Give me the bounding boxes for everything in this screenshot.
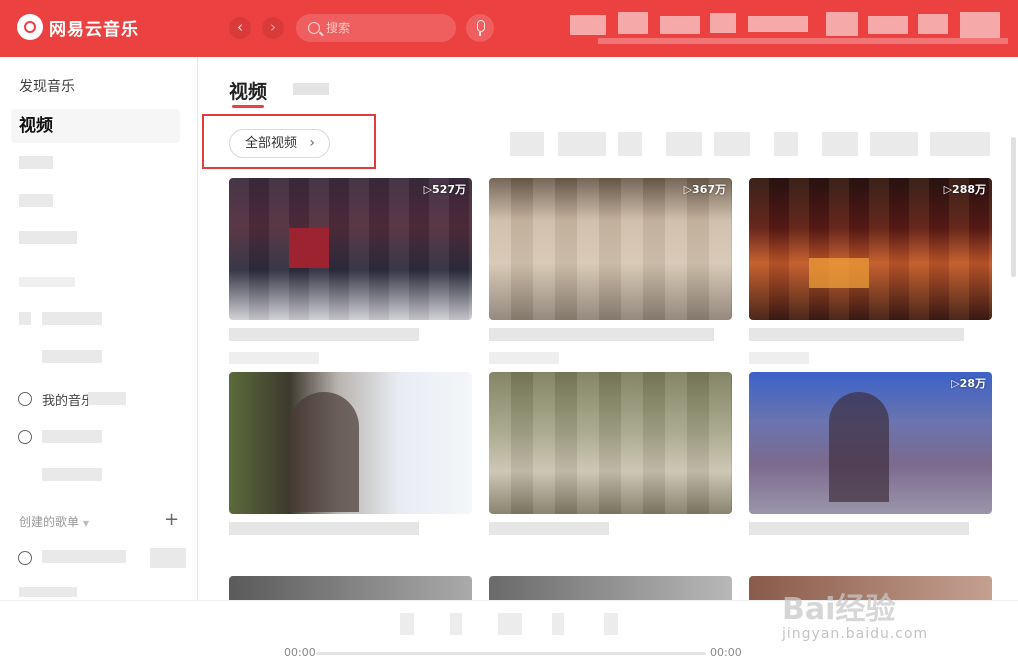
sidebar-item-redacted[interactable] <box>42 350 102 363</box>
video-thumbnail[interactable]: ▷527万 <box>229 178 472 320</box>
heart-icon <box>18 551 32 565</box>
sidebar-item-redacted[interactable] <box>42 550 126 563</box>
category-tag[interactable] <box>558 132 606 156</box>
play-count: ▷367万 <box>683 183 726 196</box>
category-tag[interactable] <box>714 132 750 156</box>
video-card[interactable] <box>229 372 472 535</box>
sidebar-item-redacted[interactable] <box>19 587 77 597</box>
video-thumbnail[interactable] <box>489 372 732 514</box>
video-thumbnail[interactable]: ▷28万 <box>749 372 992 514</box>
video-title-redacted[interactable] <box>749 522 969 535</box>
category-tag[interactable] <box>510 132 544 156</box>
netease-logo-icon <box>17 14 43 40</box>
top-bar: 网易云音乐 ‹ › <box>0 0 1018 57</box>
sidebar-item-redacted[interactable] <box>42 312 102 325</box>
video-thumbnail[interactable] <box>229 372 472 514</box>
progress-bar[interactable] <box>316 652 706 655</box>
video-author-redacted[interactable] <box>489 352 559 364</box>
sidebar-item-discover[interactable]: 发现音乐 <box>11 70 180 104</box>
sidebar-section-redacted <box>19 277 75 287</box>
play-count: ▷288万 <box>943 183 986 196</box>
video-thumbnail[interactable]: ▷288万 <box>749 178 992 320</box>
player-control-redacted[interactable] <box>552 613 564 635</box>
video-card[interactable]: ▷28万 <box>749 372 992 535</box>
total-time: 00:00 <box>710 646 742 659</box>
player-control-redacted[interactable] <box>450 613 462 635</box>
watermark-brand: Bai经验 <box>782 592 896 627</box>
watermark-url: jingyan.baidu.com <box>782 626 929 642</box>
video-author-redacted[interactable] <box>749 352 809 364</box>
video-thumbnail[interactable]: ▷367万 <box>489 178 732 320</box>
video-title-redacted[interactable] <box>229 328 419 341</box>
sidebar-item-redacted[interactable] <box>42 468 102 481</box>
main-content: 视频 全部视频 › ▷527万 ▷367万 ▷288万 ▷28万 <box>199 57 1018 600</box>
search-box[interactable] <box>296 14 456 42</box>
video-card[interactable]: ▷367万 <box>489 178 732 364</box>
video-title-redacted[interactable] <box>489 328 714 341</box>
sidebar: 发现音乐 视频 我的音乐 创建的歌单 ▼ + <box>0 57 198 600</box>
category-tag[interactable] <box>618 132 642 156</box>
current-time: 00:00 <box>284 646 316 659</box>
tab-video[interactable]: 视频 <box>229 77 267 104</box>
cloud-icon <box>18 392 32 406</box>
video-card[interactable]: ▷527万 <box>229 178 472 364</box>
sidebar-item-redacted[interactable] <box>150 548 186 568</box>
created-playlists-label: 创建的歌单 <box>19 515 80 529</box>
sidebar-item-redacted[interactable] <box>42 430 102 443</box>
sidebar-item-redacted[interactable] <box>19 156 53 169</box>
all-videos-label: 全部视频 <box>245 136 298 151</box>
video-card[interactable] <box>489 372 732 535</box>
baidu-jingyan-watermark: Bai经验 jingyan.baidu.com <box>782 582 972 648</box>
microphone-icon[interactable] <box>466 14 494 42</box>
sidebar-icon-redacted <box>19 312 31 325</box>
sidebar-item-redacted[interactable] <box>19 231 77 244</box>
caret-down-icon: ▼ <box>82 519 89 528</box>
play-button-redacted[interactable] <box>498 613 522 635</box>
video-title-redacted[interactable] <box>489 522 609 535</box>
category-tag[interactable] <box>666 132 702 156</box>
category-tag[interactable] <box>930 132 990 156</box>
search-input[interactable] <box>326 21 436 35</box>
video-thumbnail[interactable] <box>489 576 732 600</box>
forward-button[interactable]: › <box>262 17 284 39</box>
video-author-redacted[interactable] <box>229 352 319 364</box>
player-control-redacted[interactable] <box>400 613 414 635</box>
video-thumbnail[interactable] <box>229 576 472 600</box>
sidebar-item-my-music[interactable]: 我的音乐 <box>42 390 94 409</box>
all-videos-button[interactable]: 全部视频 › <box>229 129 330 158</box>
scrollbar[interactable] <box>1011 137 1016 277</box>
app-title: 网易云音乐 <box>49 19 139 40</box>
video-title-redacted[interactable] <box>749 328 964 341</box>
search-icon <box>308 22 320 34</box>
category-tag[interactable] <box>870 132 918 156</box>
tab-redacted[interactable] <box>293 83 329 95</box>
radio-icon <box>18 430 32 444</box>
sidebar-item-video[interactable]: 视频 <box>11 109 180 143</box>
chevron-right-icon: › <box>309 135 315 151</box>
play-count: ▷28万 <box>951 377 986 390</box>
sidebar-item-redacted[interactable] <box>19 194 53 207</box>
video-card[interactable]: ▷288万 <box>749 178 992 364</box>
sidebar-item-redacted <box>88 392 126 405</box>
back-button[interactable]: ‹ <box>229 17 251 39</box>
app-logo[interactable]: 网易云音乐 <box>17 14 139 40</box>
tab-active-indicator <box>232 105 264 108</box>
plus-icon[interactable]: + <box>164 509 179 530</box>
category-tag[interactable] <box>774 132 798 156</box>
player-control-redacted[interactable] <box>604 613 618 635</box>
user-area-redacted <box>568 10 1008 50</box>
category-tag[interactable] <box>822 132 858 156</box>
play-count: ▷527万 <box>423 183 466 196</box>
created-playlists-header[interactable]: 创建的歌单 ▼ <box>19 513 89 530</box>
video-title-redacted[interactable] <box>229 522 419 535</box>
